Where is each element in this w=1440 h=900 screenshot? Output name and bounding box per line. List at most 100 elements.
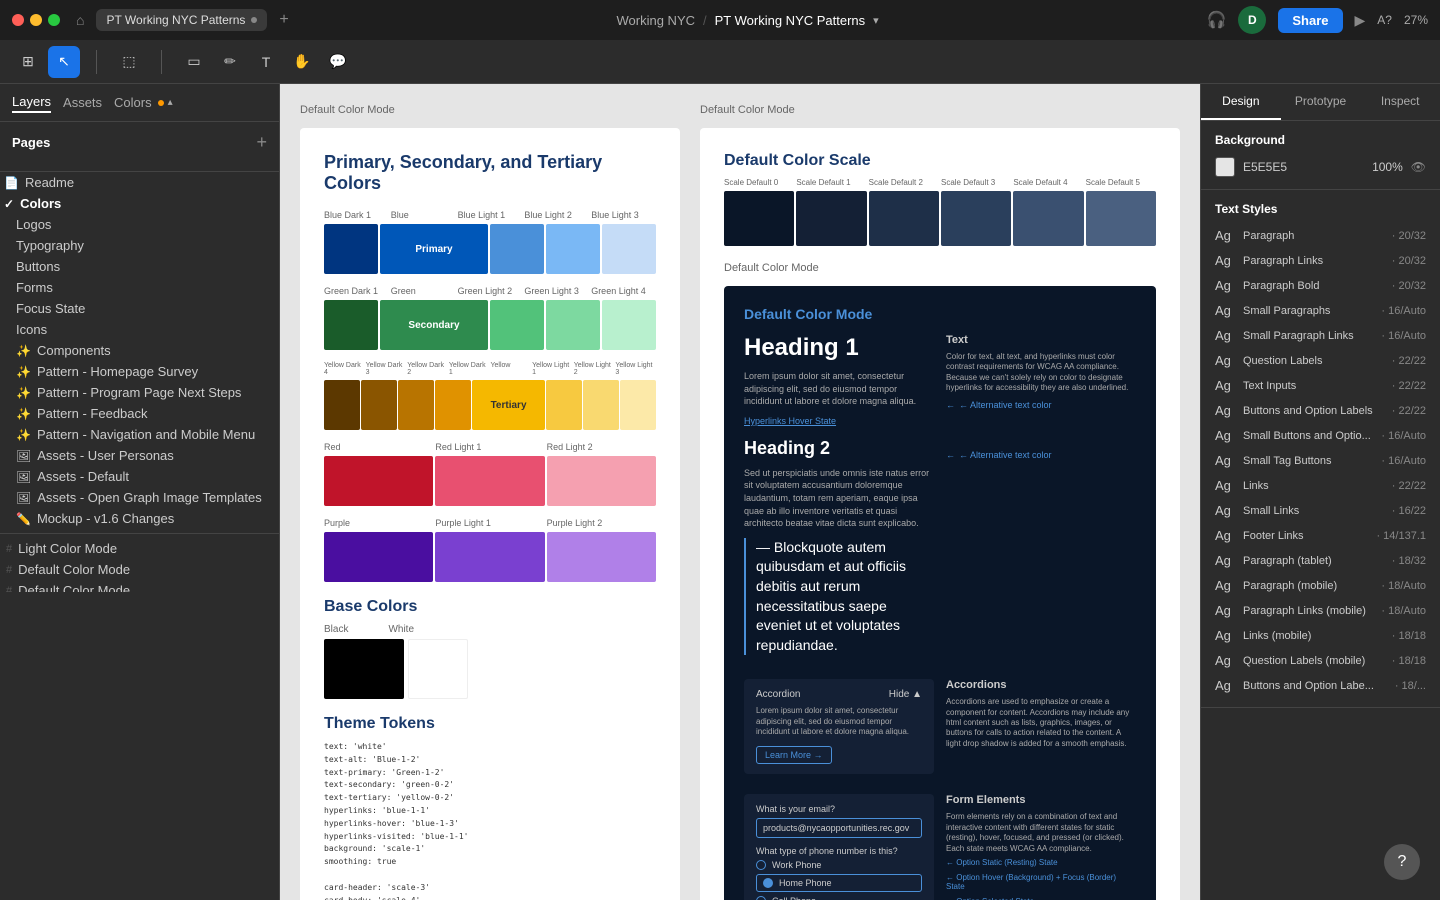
learn-more-button[interactable]: Learn More → bbox=[756, 746, 832, 764]
share-button[interactable]: Share bbox=[1278, 8, 1342, 33]
accordion-hide-btn[interactable]: Hide ▲ bbox=[889, 689, 922, 700]
hand-tool[interactable]: ✋ bbox=[286, 46, 318, 78]
blue-label-4: Blue Light 3 bbox=[591, 210, 656, 220]
pages-title: Pages bbox=[12, 135, 50, 150]
tab-assets[interactable]: Assets bbox=[63, 93, 102, 112]
play-icon[interactable]: ▶ bbox=[1355, 12, 1366, 29]
page-item-mockup[interactable]: ✏️ Mockup - v1.6 Changes bbox=[0, 508, 279, 529]
red-label-1: Red Light 1 bbox=[435, 442, 544, 452]
user-avatar[interactable]: D bbox=[1238, 6, 1266, 34]
page-item-pattern-homepage[interactable]: ✨ Pattern - Homepage Survey bbox=[0, 361, 279, 382]
frame-tool[interactable]: ⬚ bbox=[113, 46, 145, 78]
page-item-icons[interactable]: Icons bbox=[0, 319, 279, 340]
radio-cell[interactable]: Cell Phone bbox=[756, 896, 922, 900]
green-swatch-1-secondary: Secondary bbox=[380, 300, 488, 350]
chevron-down-icon[interactable]: ▾ bbox=[873, 14, 879, 27]
style-size-links: · 22/22 bbox=[1392, 480, 1426, 492]
right-panel: Design Prototype Inspect Background E5E5… bbox=[1200, 84, 1440, 900]
workspace-name: Working NYC bbox=[617, 13, 696, 28]
tab-layers[interactable]: Layers bbox=[12, 92, 51, 113]
page-item-pattern-program[interactable]: ✨ Pattern - Program Page Next Steps bbox=[0, 382, 279, 403]
page-item-typography[interactable]: Typography bbox=[0, 235, 279, 256]
blue-swatch-4 bbox=[602, 224, 656, 274]
style-name-paragraph-links: Paragraph Links bbox=[1243, 255, 1384, 267]
purple-label-2: Purple Light 2 bbox=[547, 518, 656, 528]
yellow-swatch-6 bbox=[583, 380, 619, 430]
alt-label-2: ← Alternative text color bbox=[959, 450, 1052, 460]
rect-tool[interactable]: ▭ bbox=[178, 46, 210, 78]
add-page-button[interactable]: + bbox=[256, 132, 267, 153]
page-item-assets-og[interactable]: 🖼 Assets - Open Graph Image Templates bbox=[0, 487, 279, 508]
close-btn[interactable] bbox=[12, 14, 24, 26]
select-tool[interactable]: ↖ bbox=[48, 46, 80, 78]
tab-colors[interactable]: Colors ▴ bbox=[114, 93, 173, 112]
style-name-paragraph: Paragraph bbox=[1243, 230, 1384, 242]
inspect-tab[interactable]: Inspect bbox=[1360, 84, 1440, 120]
page-item-pattern-feedback[interactable]: ✨ Pattern - Feedback bbox=[0, 403, 279, 424]
help-button[interactable]: ? bbox=[1384, 844, 1420, 880]
hash-icon-1: # bbox=[6, 543, 12, 555]
page-item-colors[interactable]: Colors bbox=[0, 193, 279, 214]
page-item-pattern-nav[interactable]: ✨ Pattern - Navigation and Mobile Menu bbox=[0, 424, 279, 445]
scale-swatch-3 bbox=[941, 191, 1011, 246]
page-item-assets-personas[interactable]: 🖼 Assets - User Personas bbox=[0, 445, 279, 466]
style-name-paragraph-links-mobile: Paragraph Links (mobile) bbox=[1243, 605, 1373, 617]
page-item-focus-state[interactable]: Focus State bbox=[0, 298, 279, 319]
blue-label-1: Blue bbox=[391, 210, 456, 220]
zoom-level: 27% bbox=[1404, 13, 1428, 27]
dark-heading2: Heading 2 bbox=[744, 438, 934, 459]
toolbar: ⊞ ↖ ⬚ ▭ ✏ T ✋ 💬 bbox=[0, 40, 1440, 84]
style-name-paragraph-bold: Paragraph Bold bbox=[1243, 280, 1384, 292]
design-tab[interactable]: Design bbox=[1201, 84, 1281, 120]
background-color-swatch[interactable] bbox=[1215, 157, 1235, 177]
page-item-forms[interactable]: Forms bbox=[0, 277, 279, 298]
form-col-title: Form Elements bbox=[946, 794, 1136, 806]
home-icon[interactable]: ⌂ bbox=[76, 12, 84, 28]
text-style-paragraph-links: Ag Paragraph Links · 20/32 bbox=[1215, 251, 1426, 270]
maximize-btn[interactable] bbox=[48, 14, 60, 26]
page-item-components[interactable]: ✨ Components bbox=[0, 340, 279, 361]
pen-tool[interactable]: ✏ bbox=[214, 46, 246, 78]
page-item-assets-default[interactable]: 🖼 Assets - Default bbox=[0, 466, 279, 487]
page-item-light-color[interactable]: # Light Color Mode bbox=[0, 538, 279, 559]
color-scale-title: Default Color Scale bbox=[724, 152, 1156, 170]
grid-tool[interactable]: ⊞ bbox=[12, 46, 44, 78]
scale-swatch-4 bbox=[1013, 191, 1083, 246]
form-section: What is your email? products@nycaopportu… bbox=[744, 794, 1136, 900]
tokens-section: Theme Tokens text: 'white' text-alt: 'Bl… bbox=[324, 715, 656, 900]
style-name-small-links: Small Links bbox=[1243, 505, 1384, 517]
current-tab[interactable]: PT Working NYC Patterns bbox=[96, 9, 267, 31]
page-item-readme[interactable]: 📄 Readme bbox=[0, 172, 279, 193]
add-tab-btn[interactable]: + bbox=[279, 11, 288, 29]
canvas-content: Default Color Mode Primary, Secondary, a… bbox=[280, 84, 1200, 900]
page-item-logos[interactable]: Logos bbox=[0, 214, 279, 235]
text-style-links: Ag Links · 22/22 bbox=[1215, 476, 1426, 495]
page-item-default-2[interactable]: # Default Color Mode bbox=[0, 580, 279, 592]
red-swatches bbox=[324, 456, 656, 506]
page-label-default-1: Default Color Mode bbox=[18, 562, 130, 577]
page-item-default-1[interactable]: # Default Color Mode bbox=[0, 559, 279, 580]
eye-icon[interactable]: 👁 bbox=[1411, 160, 1426, 174]
minimize-btn[interactable] bbox=[30, 14, 42, 26]
prototype-tab[interactable]: Prototype bbox=[1281, 84, 1361, 120]
dark-heading1: Heading 1 bbox=[744, 334, 934, 362]
left-card-label: Default Color Mode bbox=[300, 104, 680, 116]
style-name-question-labels: Question Labels bbox=[1243, 355, 1384, 367]
ag-links: Ag bbox=[1215, 478, 1235, 493]
accessibility-icon[interactable]: A? bbox=[1377, 13, 1392, 27]
text-col-title: Text bbox=[946, 334, 1136, 346]
comment-tool[interactable]: 💬 bbox=[322, 46, 354, 78]
radio-home[interactable]: Home Phone bbox=[756, 874, 922, 892]
page-item-buttons[interactable]: Buttons bbox=[0, 256, 279, 277]
text-style-small-paragraphs: Ag Small Paragraphs · 16/Auto bbox=[1215, 301, 1426, 320]
headphones-icon[interactable]: 🎧 bbox=[1206, 10, 1226, 30]
red-color-row: Red Red Light 1 Red Light 2 bbox=[324, 442, 656, 506]
email-input[interactable]: products@nycaopportunities.rec.gov bbox=[756, 818, 922, 838]
page-label-pattern-feedback: Pattern - Feedback bbox=[37, 406, 148, 421]
text-style-text-inputs: Ag Text Inputs · 22/22 bbox=[1215, 376, 1426, 395]
style-size-paragraph-links-mobile: · 18/Auto bbox=[1381, 605, 1426, 617]
form-widget: What is your email? products@nycaopportu… bbox=[744, 794, 934, 900]
dark-hyperlink[interactable]: Hyperlinks Hover State bbox=[744, 416, 934, 426]
text-tool[interactable]: T bbox=[250, 46, 282, 78]
radio-work[interactable]: Work Phone bbox=[756, 860, 922, 870]
